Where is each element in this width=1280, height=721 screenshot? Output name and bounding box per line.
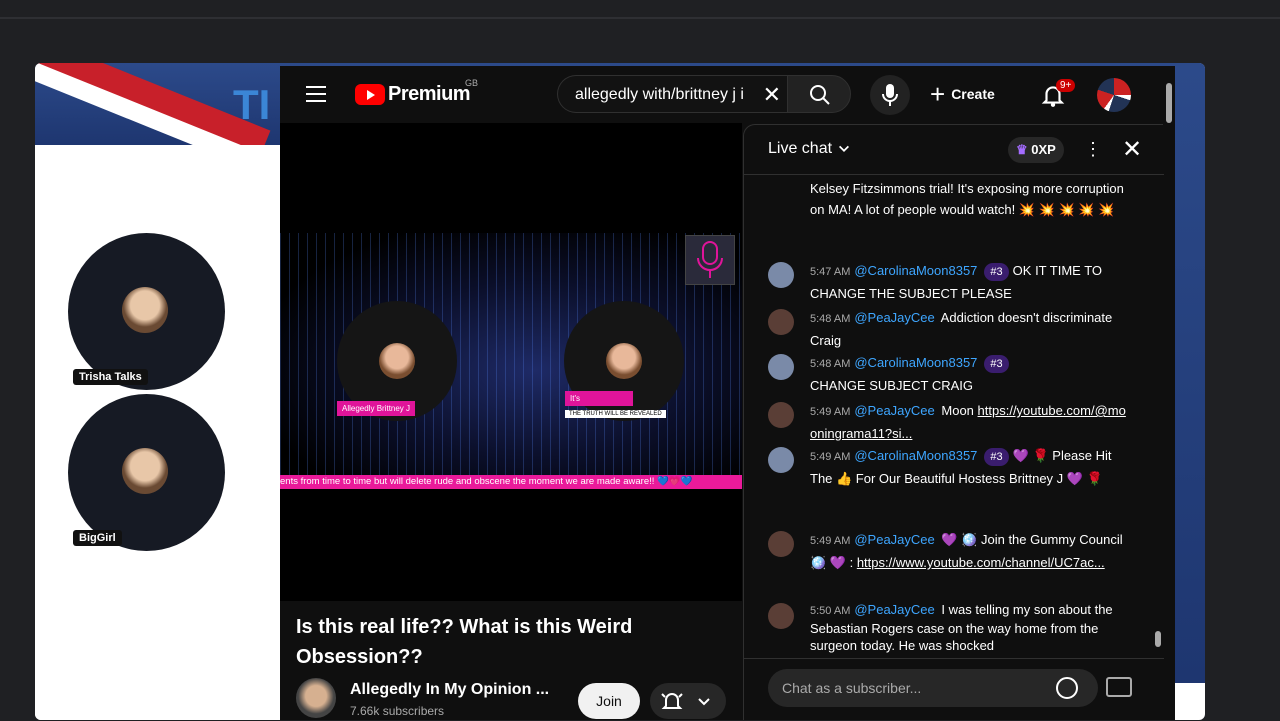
scrollbar-thumb[interactable] [1166,83,1172,123]
message-text: Kelsey Fitzsimmons trial! It's exposing … [810,181,1124,217]
message-link[interactable]: https://www.youtube.com/channel/UC7ac... [857,555,1105,570]
chat-message: 5:48 AM @CarolinaMoon8357 #3 CHANGE SUBJECT… [768,352,1130,396]
search-icon [810,85,830,105]
search-button[interactable] [787,75,851,113]
message-time: 5:48 AM [810,358,851,370]
participant-face [122,287,168,333]
microphone-icon [882,84,898,106]
chat-mode-dropdown[interactable]: Live chat [768,140,851,158]
video-title: Is this real life?? What is this Weird O… [296,616,633,668]
bell-icon [661,693,683,709]
voice-search-button[interactable] [870,75,910,115]
chat-message: 5:47 AM @CarolinaMoon8357 #3 OK IT TIME TO … [768,260,1130,304]
author-avatar[interactable] [768,262,794,288]
message-time: 5:49 AM [810,451,851,463]
guest-label: It's [565,391,633,406]
host-label: Allegedly Brittney J [337,401,416,416]
hamburger-menu-icon[interactable] [306,86,326,102]
chat-message: 5:49 AM @PeaJayCee 💜 🪩 Join the Gummy Cou… [768,529,1130,573]
chevron-down-icon [698,698,710,706]
message-author[interactable]: @PeaJayCee [854,532,934,547]
message-author[interactable]: @PeaJayCee [854,403,934,418]
banner-text: TI [233,81,271,128]
channel-name[interactable]: Allegedly In My Opinion ... [350,681,549,699]
youtube-play-icon [355,84,385,105]
participant-avatar [68,233,225,390]
crown-icon: ♛ [1016,142,1028,157]
chat-message: 5:49 AM @PeaJayCee Moon https://youtube.c… [768,400,1130,444]
profile-avatar[interactable] [1097,78,1131,112]
message-time: 5:49 AM [810,535,851,547]
podcast-mic-icon [685,235,735,285]
message-author[interactable]: @PeaJayCee [854,602,934,617]
author-avatar[interactable] [768,354,794,380]
chevron-down-icon [838,145,849,152]
create-label: Create [951,86,995,102]
youtube-premium-logo[interactable]: Premium GB [355,78,478,106]
region-code: GB [465,78,479,88]
chat-messages[interactable]: Kelsey Fitzsimmons trial! It's exposing … [744,176,1164,658]
participant-label: BigGirl [73,530,122,546]
message-author[interactable]: @CarolinaMoon8357 [854,263,977,278]
scrollbar-thumb[interactable] [1155,631,1161,647]
chat-message: 5:48 AM @PeaJayCee Addiction doesn't disc… [768,307,1130,351]
xp-value: 0XP [1031,142,1056,157]
chat-message: 5:50 AM @PeaJayCee I was telling my son a… [768,601,1130,654]
plus-icon: + [930,78,946,109]
chat-scrollbar[interactable] [1152,176,1164,658]
notification-badge: 9+ [1056,79,1076,92]
guest-sub-label: THE TRUTH WILL BE REVEALED [565,410,666,418]
subscriber-count: 7.66k subscribers [350,704,445,718]
chat-message: Kelsey Fitzsimmons trial! It's exposing … [810,178,1130,220]
message-text: CHANGE SUBJECT CRAIG [810,378,974,393]
page-scrollbar[interactable] [1163,66,1175,720]
rank-badge: #3 [984,263,1009,281]
search-input[interactable]: allegedly with/brittney j i ✕ [557,75,787,113]
create-button[interactable]: + Create [930,76,995,112]
message-author[interactable]: @PeaJayCee [854,310,934,325]
stream-ticker: ents from time to time but will delete r… [280,475,742,489]
participant-face [122,448,168,494]
author-avatar[interactable] [768,402,794,428]
chat-title: Live chat [768,140,833,157]
host-face [379,343,415,379]
super-chat-icon[interactable] [1106,677,1132,697]
close-chat-icon[interactable]: ✕ [1122,135,1142,164]
message-time: 5:48 AM [810,313,851,325]
guest-face [606,343,642,379]
author-avatar[interactable] [768,603,794,629]
logo-word: Premium [388,83,471,105]
chat-input[interactable]: Chat as a subscriber... [768,669,1098,707]
live-chat-panel: Live chat ♛ 0XP ⋮ ✕ Kelsey Fitzsimmons t… [743,124,1164,721]
message-author[interactable]: @CarolinaMoon8357 [854,448,977,463]
browser-top-divider [0,17,1280,19]
message-text: Moon [941,403,978,418]
rank-badge: #3 [984,355,1009,373]
emoji-icon[interactable] [1056,677,1078,699]
clear-search-icon[interactable]: ✕ [763,82,781,108]
search-query: allegedly with/brittney j i [575,86,744,103]
join-button[interactable]: Join [578,683,640,719]
subscription-bell-button[interactable] [650,683,726,719]
participant-label: Trisha Talks [73,369,148,385]
channel-avatar[interactable] [296,678,336,718]
message-time: 5:47 AM [810,266,851,278]
chat-message: 5:49 AM @CarolinaMoon8357 #3 💜 🌹 Please Hit… [768,445,1130,489]
rank-badge: #3 [984,448,1009,466]
chat-header: Live chat ♛ 0XP ⋮ ✕ [744,125,1164,175]
masthead: Premium GB allegedly with/brittney j i ✕… [280,66,1175,123]
xp-badge[interactable]: ♛ 0XP [1008,137,1064,163]
message-time: 5:49 AM [810,406,851,418]
youtube-window: Premium GB allegedly with/brittney j i ✕… [280,66,1175,720]
author-avatar[interactable] [768,531,794,557]
participant-avatar [68,394,225,551]
video-player[interactable]: Allegedly Brittney J It's THE TRUTH WILL… [280,123,742,601]
author-avatar[interactable] [768,447,794,473]
message-time: 5:50 AM [810,605,851,617]
more-options-icon[interactable]: ⋮ [1084,139,1102,160]
author-avatar[interactable] [768,309,794,335]
message-author[interactable]: @CarolinaMoon8357 [854,355,977,370]
chat-input-area: Chat as a subscriber... [744,658,1164,721]
